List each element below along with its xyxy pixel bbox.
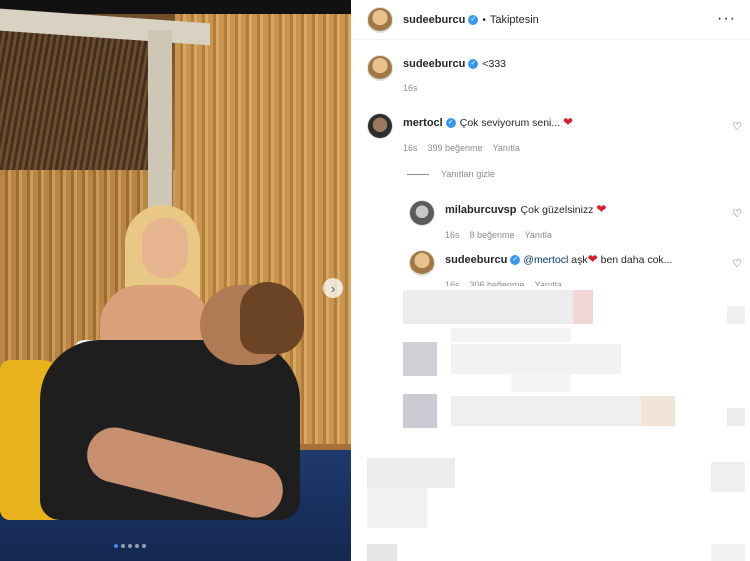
comment-username[interactable]: mertocl xyxy=(403,117,443,129)
hide-replies-button[interactable]: Yanıtları gizle xyxy=(407,169,495,179)
reply-username[interactable]: milaburcuvsp xyxy=(445,204,517,216)
verified-badge-icon: ✓ xyxy=(468,14,479,25)
caption-username[interactable]: sudeeburcu xyxy=(403,58,465,70)
red-heart-emoji-icon: ❤ xyxy=(563,115,574,129)
post-header: sudeeburcu ✓ • Takiptesin ··· xyxy=(351,0,750,40)
comments-panel: sudeeburcu ✓ • Takiptesin ··· sudeeburcu ✓ <3… xyxy=(351,0,750,561)
comment-text: Çok seviyorum seni... xyxy=(459,117,561,129)
wooden-post xyxy=(148,30,172,210)
author-username[interactable]: sudeeburcu xyxy=(403,14,465,26)
like-heart-icon[interactable]: ♡ xyxy=(732,257,742,270)
reply-button[interactable]: Yanıtla xyxy=(493,143,520,153)
caption-time: 16s xyxy=(403,83,418,93)
comment-likes[interactable]: 399 beğenme xyxy=(428,143,483,153)
pixelated-region xyxy=(351,286,750,561)
red-heart-emoji-icon: ❤ xyxy=(587,252,598,266)
caption-text: <333 xyxy=(482,58,507,70)
like-heart-icon[interactable]: ♡ xyxy=(732,120,742,133)
verified-badge-icon: ✓ xyxy=(468,59,479,70)
reply-username[interactable]: sudeeburcu xyxy=(445,254,507,266)
carousel-dot xyxy=(121,544,125,548)
chevron-right-icon: › xyxy=(330,280,336,296)
like-heart-icon[interactable]: ♡ xyxy=(732,207,742,220)
thatch-roof xyxy=(0,30,150,180)
hide-replies-label: Yanıtları gizle xyxy=(441,169,495,179)
verified-badge-icon: ✓ xyxy=(445,118,456,129)
carousel-dot-active xyxy=(114,544,118,548)
reply-likes[interactable]: 8 beğenme xyxy=(470,230,515,240)
carousel-dot xyxy=(142,544,146,548)
follow-status[interactable]: Takiptesin xyxy=(490,14,539,26)
carousel-next-button[interactable]: › xyxy=(323,278,343,298)
verified-badge-icon: ✓ xyxy=(510,255,521,266)
reply-text: Çok güzelsinizz xyxy=(520,204,594,216)
caption: sudeeburcu ✓ <333 16s xyxy=(367,55,506,93)
commenter-avatar[interactable] xyxy=(367,113,393,139)
separator-dot: • xyxy=(482,14,486,26)
author-avatar[interactable] xyxy=(367,6,393,33)
reply-item: sudeeburcu ✓ @mertocl aşk❤ ben daha cok..… xyxy=(409,250,672,290)
carousel-dot xyxy=(128,544,132,548)
reply-avatar[interactable] xyxy=(409,200,435,226)
reply-item: milaburcuvsp Çok güzelsinizz ❤ 16s 8 beğe… xyxy=(409,200,606,240)
post-photo[interactable]: › xyxy=(0,0,351,561)
reply-button[interactable]: Yanıtla xyxy=(525,230,552,240)
comment-time: 16s xyxy=(403,143,418,153)
reply-time: 16s xyxy=(445,230,460,240)
comment-item: mertocl ✓ Çok seviyorum seni... ❤ 16s 399 … xyxy=(367,113,573,153)
reply-text-end: ben daha cok... xyxy=(600,254,673,266)
reply-mention[interactable]: @mertocl xyxy=(523,254,568,266)
caption-avatar[interactable] xyxy=(367,55,393,81)
reply-avatar[interactable] xyxy=(409,250,435,276)
reply-text: aşk xyxy=(571,254,588,266)
divider-line xyxy=(407,173,429,175)
carousel-indicator xyxy=(114,544,146,548)
woman-face xyxy=(142,218,188,278)
more-horizontal-icon[interactable]: ··· xyxy=(717,10,736,28)
carousel-dot xyxy=(135,544,139,548)
red-heart-emoji-icon: ❤ xyxy=(596,202,607,216)
